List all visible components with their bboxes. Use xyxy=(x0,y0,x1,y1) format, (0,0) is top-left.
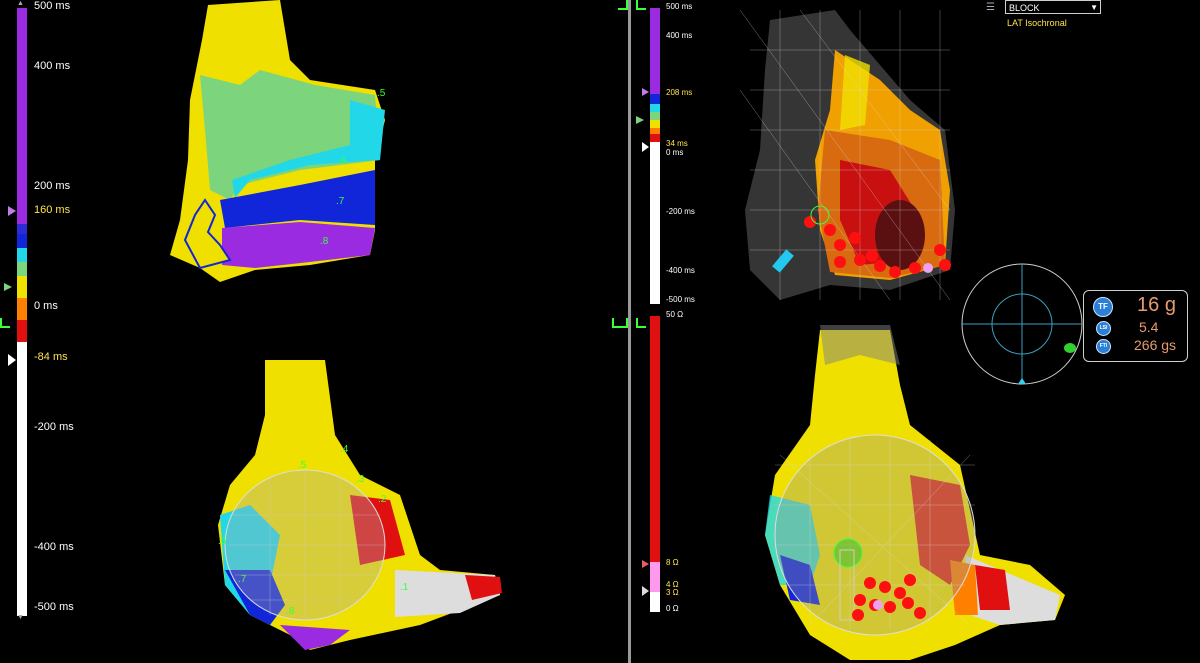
lat-n200-label: -200 ms xyxy=(34,421,74,433)
tl-point-6[interactable]: .6 xyxy=(338,156,346,167)
lat-n400-label: -400 ms xyxy=(34,541,74,553)
bl-point-5[interactable]: .5 xyxy=(298,460,306,471)
r-lat-400: 400 ms xyxy=(666,31,693,40)
fti-icon: FTI xyxy=(1096,339,1111,354)
map-mode-icon[interactable]: ☰ xyxy=(986,2,995,13)
bottom-right-anatomy-map[interactable] xyxy=(750,325,1080,663)
tf-value: 16 g xyxy=(1137,294,1176,316)
r-lat-upper: 208 ms xyxy=(666,88,693,97)
bl-point-7[interactable]: .7 xyxy=(238,574,246,585)
r-lat-zero: 0 ms xyxy=(666,148,684,157)
tl-point-5[interactable]: .5 xyxy=(377,88,385,99)
tl-point-7[interactable]: .7 xyxy=(336,196,344,207)
lat-zero-label: 0 ms xyxy=(34,300,58,312)
lat-max-label: 500 ms xyxy=(34,0,71,12)
impedance-bar xyxy=(650,316,660,612)
top-right-anatomy-map[interactable] xyxy=(740,10,970,310)
map-mode-value: BLOCK xyxy=(1009,3,1040,13)
lat-200-label: 200 ms xyxy=(34,180,71,192)
bl-point-4[interactable]: .4 xyxy=(340,444,348,455)
r-lat-lower: 34 ms xyxy=(666,139,688,148)
viewport-divider[interactable] xyxy=(628,0,631,663)
r-lat-n400: -400 ms xyxy=(666,266,695,275)
r-lat-max: 500 ms xyxy=(666,2,693,11)
map-type-label: LAT Isochronal xyxy=(1007,18,1067,28)
bottom-left-anatomy-map[interactable] xyxy=(210,355,510,655)
imp-marker: 8 Ω xyxy=(666,558,679,567)
lower-threshold-handle[interactable] xyxy=(8,354,16,366)
lat-min-label: -500 ms xyxy=(34,601,74,613)
imp-handle-upper[interactable] xyxy=(642,560,649,568)
mid-threshold-handle[interactable] xyxy=(4,283,12,291)
upper-threshold-handle[interactable] xyxy=(8,206,16,216)
imp-max: 50 Ω xyxy=(666,310,684,319)
lat-color-bar-left xyxy=(17,8,27,616)
tl-point-8[interactable]: .8 xyxy=(320,236,328,247)
r-lat-min: -500 ms xyxy=(666,295,695,304)
lsi-value: 5.4 xyxy=(1139,319,1159,335)
imp-handle-lower[interactable] xyxy=(642,586,649,596)
bl-point-2[interactable]: .2 xyxy=(378,494,386,505)
contact-force-panel: TF 16 g LSI 5.4 FTI 266 gs xyxy=(1083,290,1188,362)
lat-lower-marker-label: -84 ms xyxy=(34,351,68,363)
bl-point-6[interactable]: .6 xyxy=(218,536,226,547)
lat-upper-marker-label: 160 ms xyxy=(34,204,71,216)
scale-top-arrow-icon[interactable]: ▲ xyxy=(17,0,24,7)
fti-value: 266 gs xyxy=(1134,337,1177,353)
lat-400-label: 400 ms xyxy=(34,60,71,72)
r-lower-handle[interactable] xyxy=(642,142,649,152)
imp-min: 0 Ω xyxy=(666,604,679,613)
r-lat-n200: -200 ms xyxy=(666,207,695,216)
bl-point-3[interactable]: .3 xyxy=(356,474,364,485)
map-mode-dropdown[interactable]: BLOCK ▼ xyxy=(1005,0,1101,14)
lat-color-bar-right xyxy=(650,8,660,304)
bl-point-1[interactable]: .1 xyxy=(400,582,408,593)
bl-point-8[interactable]: .8 xyxy=(286,606,294,617)
r-upper-handle[interactable] xyxy=(642,88,649,96)
imp-low2: 3 Ω xyxy=(666,588,679,597)
top-left-anatomy-map[interactable] xyxy=(160,0,400,300)
lsi-icon: LSI xyxy=(1096,321,1111,336)
chevron-down-icon: ▼ xyxy=(1090,3,1098,12)
scale-bottom-arrow-icon[interactable]: ▼ xyxy=(17,614,24,621)
tf-icon: TF xyxy=(1093,297,1113,317)
r-mid-handle[interactable] xyxy=(636,116,644,124)
